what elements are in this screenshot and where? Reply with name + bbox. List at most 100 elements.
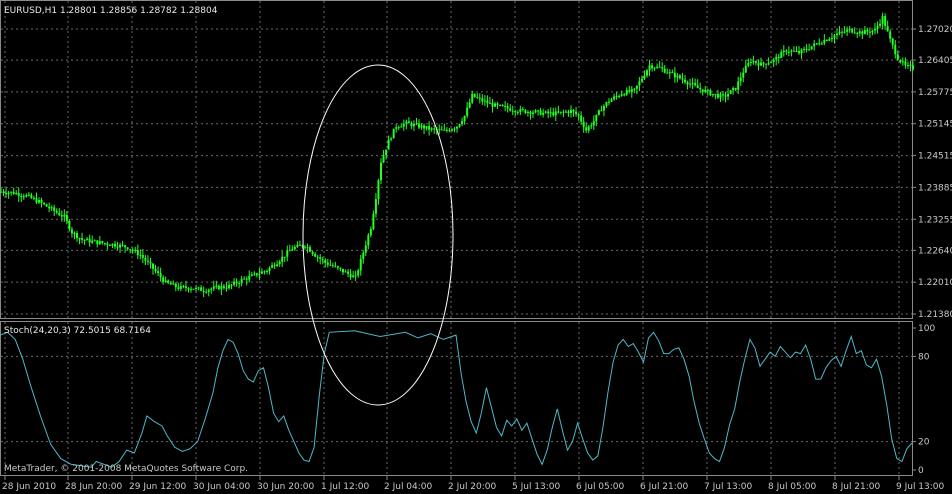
candle-body: [592, 121, 595, 126]
candle-body: [564, 111, 567, 113]
candle-body: [260, 271, 263, 274]
candle-body: [638, 81, 641, 86]
candle-body: [243, 278, 246, 280]
candle-body: [407, 121, 410, 124]
candle-body: [134, 249, 137, 251]
candle-body: [742, 72, 745, 78]
candle-body: [838, 31, 841, 34]
candle-body: [646, 70, 648, 76]
candle-body: [542, 112, 545, 115]
candle-body: [380, 162, 382, 181]
price-tick-label: 1.27020: [918, 25, 952, 35]
candle-body: [519, 109, 522, 113]
candle-body: [347, 271, 350, 274]
candle-body: [448, 130, 451, 132]
candle-body: [663, 68, 666, 73]
candle-body: [724, 95, 727, 97]
candle-body: [250, 274, 253, 276]
price-tick-label: 1.24515: [918, 152, 952, 162]
candle-body: [359, 258, 362, 271]
candle-body: [494, 103, 496, 107]
candle-body: [491, 102, 494, 107]
candle-body: [304, 246, 306, 248]
candle-body: [60, 215, 63, 217]
candle-body: [293, 247, 296, 250]
candle-body: [45, 204, 48, 207]
candle-body: [765, 63, 768, 65]
candle-body: [281, 256, 284, 262]
candle-body: [572, 109, 575, 112]
candle-body: [349, 273, 352, 278]
candle-body: [387, 139, 390, 150]
price-tick-label: 1.22640: [918, 246, 952, 256]
candle-body: [709, 90, 712, 96]
candle-body: [590, 125, 593, 127]
candle-body: [420, 125, 423, 128]
candle-body: [597, 110, 600, 115]
candle-body: [10, 191, 13, 193]
candle-body: [620, 94, 623, 96]
candle-body: [357, 270, 360, 276]
candle-body: [131, 249, 134, 251]
candle-body: [483, 100, 486, 102]
candle-body: [912, 65, 914, 70]
candle-body: [823, 40, 826, 44]
candle-body: [904, 61, 907, 66]
candle-body: [63, 214, 66, 217]
candle-body: [364, 245, 367, 253]
candle-body: [22, 196, 25, 198]
candle-body: [154, 268, 157, 272]
candle-body: [273, 265, 276, 267]
candle-body: [331, 265, 334, 267]
time-tick-label: 2 Jul 04:00: [384, 482, 433, 492]
candle-body: [825, 40, 828, 42]
candle-body: [800, 49, 803, 54]
candle-body: [810, 46, 813, 50]
metatrader-chart[interactable]: 1.27020 1.26405 1.25775 1.25145 1.24515 1.238…: [0, 0, 952, 494]
candle-body: [511, 110, 514, 112]
candle-body: [124, 245, 127, 248]
stochastic-tick-label: 100: [918, 324, 935, 334]
candle-body: [58, 212, 61, 216]
candle-body: [190, 288, 192, 290]
candle-body: [514, 111, 517, 113]
candle-body: [891, 38, 894, 45]
candle-body: [458, 124, 461, 127]
candle-body: [25, 194, 28, 197]
candle-body: [770, 62, 773, 64]
candle-body: [580, 115, 583, 122]
candle-body: [577, 114, 580, 116]
price-tick-label: 1.26405: [918, 56, 952, 66]
candle-body: [818, 43, 821, 45]
time-tick-label: 6 Jul 21:00: [640, 482, 689, 492]
candle-body: [787, 51, 790, 53]
candle-body: [50, 207, 53, 209]
candle-body: [157, 271, 160, 274]
candle-body: [884, 16, 887, 27]
candle-body: [276, 264, 279, 267]
candle-body: [843, 31, 846, 33]
candle-body: [238, 283, 241, 285]
candle-body: [861, 31, 864, 35]
candle-body: [187, 288, 190, 290]
candle-body: [673, 72, 676, 78]
candle-body: [392, 128, 395, 139]
candle-body: [851, 28, 854, 33]
candle-body: [266, 270, 268, 272]
candle-body: [886, 26, 889, 32]
candle-body: [539, 110, 542, 115]
candle-body: [38, 200, 40, 203]
candle-body: [532, 112, 534, 114]
candle-body: [235, 281, 238, 284]
candle-body: [582, 121, 585, 128]
price-tick-label: 1.22010: [918, 278, 952, 288]
candle-body: [694, 83, 697, 86]
candle-body: [630, 88, 633, 92]
candle-body: [225, 287, 228, 289]
candle-body: [400, 126, 403, 128]
candle-body: [696, 85, 699, 89]
candle-body: [876, 25, 879, 29]
candle-body: [729, 90, 732, 94]
stochastic-tick-label: 0: [918, 466, 924, 476]
candle-body: [65, 214, 68, 221]
